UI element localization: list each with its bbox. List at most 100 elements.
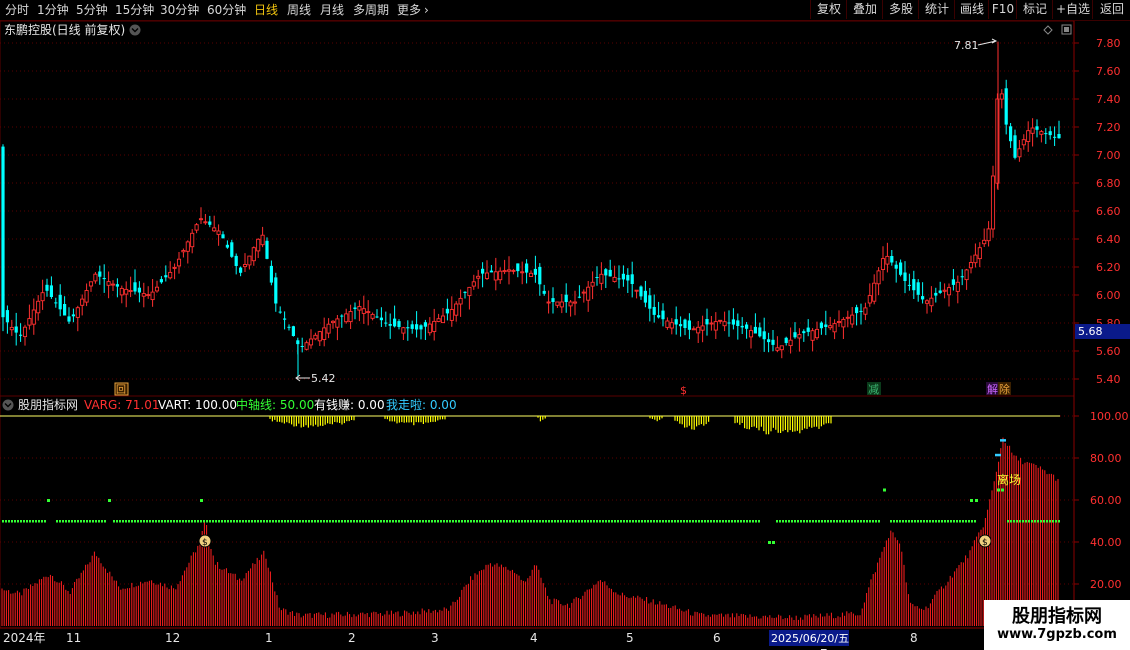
- midline-dot: [1016, 520, 1018, 523]
- candle-body: [1057, 134, 1061, 139]
- midline-dot: [5, 520, 7, 523]
- midline-dot: [746, 520, 748, 523]
- midline-dot: [338, 520, 340, 523]
- midline-dot: [128, 520, 130, 523]
- midline-dot: [932, 520, 934, 523]
- candle-body: [361, 308, 366, 314]
- midline-dot: [635, 520, 637, 523]
- midline-dot: [641, 520, 643, 523]
- midline-dot: [290, 520, 292, 523]
- candle-body: [903, 272, 907, 281]
- midline-dot: [188, 520, 190, 523]
- title-dropdown-icon[interactable]: [129, 24, 141, 36]
- candle-body: [700, 325, 705, 331]
- candle-body: [652, 307, 656, 315]
- midline-dot: [473, 520, 475, 523]
- midline-dot: [749, 520, 751, 523]
- midline-dot: [626, 520, 628, 523]
- price-tick-label: 6.40: [1096, 233, 1121, 246]
- candle-body: [626, 274, 630, 281]
- candle-body: [525, 263, 529, 273]
- candle-body: [340, 315, 344, 317]
- date-label-2024: 2024年: [3, 631, 46, 645]
- price-tick-label: 7.20: [1096, 121, 1121, 134]
- midline-dot: [260, 520, 262, 523]
- midline-dot: [776, 520, 778, 523]
- svg-text:$: $: [202, 538, 208, 548]
- candle-body: [745, 324, 749, 329]
- event-marker-exright[interactable]: 除: [998, 382, 1011, 396]
- exit-signal-label: 离场: [997, 472, 1021, 487]
- candle-body: [489, 270, 493, 273]
- midline-dot: [302, 520, 304, 523]
- midline-dot: [245, 520, 247, 523]
- main-panel-frame: [0, 20, 1075, 397]
- midline-dot: [239, 520, 241, 523]
- panel-options-icon[interactable]: [1061, 24, 1072, 35]
- midline-dot: [563, 520, 565, 523]
- midline-dot: [200, 520, 202, 523]
- candle-body: [986, 228, 991, 242]
- midline-dot: [272, 520, 274, 523]
- candle-body: [850, 314, 855, 325]
- midline-dot: [281, 520, 283, 523]
- midline-dot: [407, 520, 409, 523]
- midline-dot: [632, 520, 634, 523]
- midline-dot: [671, 520, 673, 523]
- candle-body: [375, 316, 379, 318]
- price-tick-label: 7.60: [1096, 65, 1121, 78]
- midline-dot: [320, 520, 322, 523]
- midline-dot: [83, 520, 85, 523]
- candle-body: [806, 327, 810, 332]
- midline-dot: [512, 520, 514, 523]
- midline-dot: [422, 520, 424, 523]
- midline-dot: [863, 520, 865, 523]
- event-marker-reduce[interactable]: 减: [867, 382, 881, 396]
- candle-body: [748, 330, 754, 338]
- candle-body: [278, 311, 282, 313]
- candle-body: [176, 258, 182, 267]
- midline-dot: [143, 520, 145, 523]
- candle-body: [863, 307, 868, 315]
- candle-body: [586, 286, 591, 301]
- midline-dot: [164, 520, 166, 523]
- midline-dot: [545, 520, 547, 523]
- candle-body: [775, 347, 780, 351]
- candle-body: [326, 323, 331, 334]
- indicator-dropdown-icon[interactable]: [2, 399, 14, 411]
- candle-body: [291, 326, 295, 336]
- midline-dot: [230, 520, 232, 523]
- midline-dot: [203, 520, 205, 523]
- candle-body: [335, 318, 340, 328]
- candle-body: [960, 276, 964, 278]
- candle-body: [251, 247, 256, 262]
- candle-body: [995, 98, 1000, 184]
- midline-dot: [77, 520, 79, 523]
- midline-dot: [119, 520, 121, 523]
- candle-body: [612, 276, 617, 282]
- indicator-tick-label: 100.00: [1090, 410, 1129, 423]
- candle-body: [471, 281, 476, 287]
- midline-dot: [476, 520, 478, 523]
- candle-body: [14, 326, 18, 333]
- event-marker-return[interactable]: 回: [114, 382, 129, 396]
- candle-body: [828, 325, 833, 329]
- candle-body: [955, 281, 960, 292]
- midline-dot: [1010, 520, 1012, 523]
- midline-dot: [791, 520, 793, 523]
- event-marker-unlock[interactable]: 解: [986, 382, 999, 396]
- midline-dot: [113, 520, 115, 523]
- midline-dot: [317, 520, 319, 523]
- event-marker-dividend[interactable]: $: [680, 384, 687, 397]
- midline-dot: [458, 520, 460, 523]
- candle-body: [159, 279, 163, 283]
- candle-body: [907, 284, 911, 286]
- candle-body: [520, 271, 525, 274]
- midline-dot: [587, 520, 589, 523]
- candle-body: [718, 319, 723, 322]
- candle-body: [767, 339, 771, 343]
- midline-dot: [608, 520, 610, 523]
- midline-dot: [152, 520, 154, 523]
- diamond-icon[interactable]: [1043, 25, 1053, 35]
- candle-body: [379, 317, 383, 321]
